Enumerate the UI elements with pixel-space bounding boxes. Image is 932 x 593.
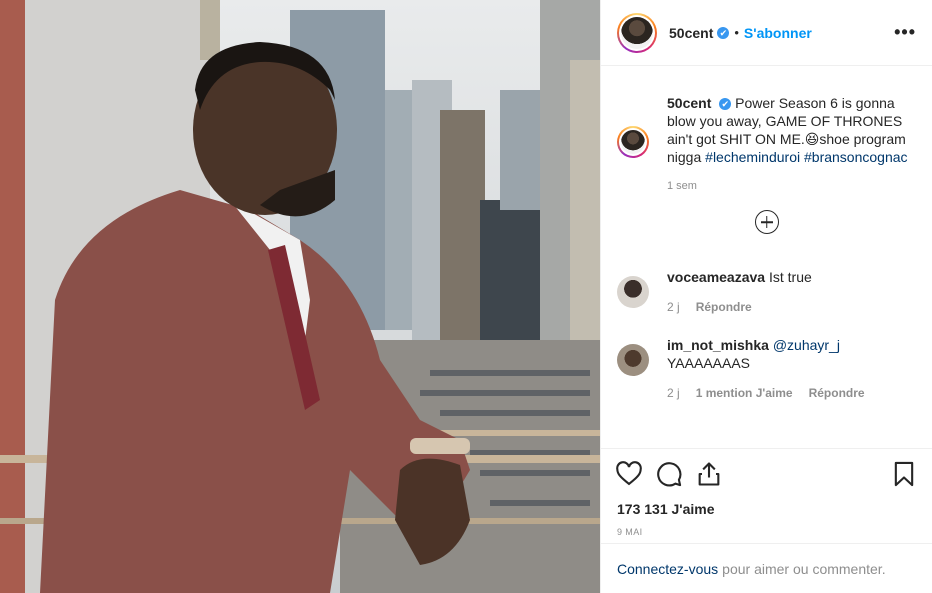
share-icon[interactable] [695, 460, 723, 488]
caption-username[interactable]: 50cent [667, 95, 711, 111]
post-caption: 50cent ✔ Power Season 6 is gonna blow yo… [617, 94, 916, 192]
bookmark-icon[interactable] [890, 460, 918, 488]
likes-count[interactable]: 173 131 J'aime [615, 501, 918, 517]
comment-text: im_not_mishka @zuhayr_j YAAAAAAAS [667, 336, 915, 372]
post-photo[interactable] [0, 0, 600, 593]
caption-body: 50cent ✔ Power Season 6 is gonna blow yo… [667, 94, 915, 192]
verified-badge-icon: ✔ [719, 98, 732, 111]
login-prompt-text: pour aimer ou commenter. [722, 560, 886, 577]
login-prompt: Connectez-vous pour aimer ou commenter. [601, 543, 932, 593]
avatar-image [621, 130, 645, 154]
hashtag-lecheminduroi[interactable]: #lecheminduroi [705, 149, 800, 165]
photo-illustration [0, 0, 600, 593]
comment-content: Ist true [768, 269, 812, 285]
commenter-avatar[interactable] [617, 344, 649, 376]
comment-item: im_not_mishka @zuhayr_j YAAAAAAAS 2 j 1 … [617, 336, 916, 400]
comment-item: voceameazava Ist true 2 j Répondre [617, 268, 916, 314]
separator-dot: • [734, 25, 739, 40]
comment-username[interactable]: im_not_mishka [667, 337, 769, 353]
avatar-inner [619, 14, 655, 51]
post-date: 9 MAI [617, 527, 643, 537]
comments-section[interactable]: 50cent ✔ Power Season 6 is gonna blow yo… [601, 66, 932, 448]
reply-button[interactable]: Répondre [809, 386, 865, 400]
comment-likes-button[interactable]: 1 mention J'aime [696, 386, 793, 400]
action-icons [615, 459, 918, 489]
reply-button[interactable]: Répondre [696, 300, 752, 314]
comment-content: YAAAAAAAS [667, 355, 751, 371]
follow-button[interactable]: S'abonner [744, 25, 812, 41]
scroll-fade [601, 434, 932, 448]
comment-text: voceameazava Ist true [667, 268, 915, 286]
header-username[interactable]: 50cent [669, 25, 713, 41]
comment-body: voceameazava Ist true 2 j Répondre [667, 268, 915, 314]
profile-avatar[interactable] [617, 12, 657, 53]
heart-icon[interactable] [615, 460, 643, 488]
hashtag-bransoncognac[interactable]: #bransoncognac [804, 149, 908, 165]
login-link[interactable]: Connectez-vous [617, 561, 718, 577]
caption-time: 1 sem [667, 180, 697, 192]
comment-time: 2 j [667, 386, 680, 400]
avatar-inner [619, 128, 647, 156]
commenter-avatar[interactable] [617, 276, 649, 308]
comment-icon[interactable] [655, 460, 683, 488]
caption-avatar[interactable] [617, 126, 649, 158]
comment-time: 2 j [667, 300, 680, 314]
more-options-icon[interactable]: ••• [894, 22, 916, 43]
comment-meta: 2 j Répondre [667, 300, 915, 314]
plus-circle-icon[interactable] [754, 210, 779, 234]
avatar-image [621, 16, 653, 49]
comment-body: im_not_mishka @zuhayr_j YAAAAAAAS 2 j 1 … [667, 336, 915, 400]
caption-text: 50cent ✔ Power Season 6 is gonna blow yo… [667, 94, 915, 166]
load-more-comments[interactable] [617, 210, 916, 234]
comment-username[interactable]: voceameazava [667, 269, 765, 285]
post-header: 50cent ✔ • S'abonner ••• [601, 0, 932, 66]
comment-meta: 2 j 1 mention J'aime Répondre [667, 386, 915, 400]
instagram-post: 50cent ✔ • S'abonner ••• 50cent ✔ Power … [0, 0, 932, 593]
comment-mention[interactable]: @zuhayr_j [773, 337, 840, 353]
verified-badge-icon: ✔ [717, 26, 730, 39]
post-actions: 173 131 J'aime 9 MAI [601, 448, 932, 537]
post-side-panel: 50cent ✔ • S'abonner ••• 50cent ✔ Power … [600, 0, 932, 593]
